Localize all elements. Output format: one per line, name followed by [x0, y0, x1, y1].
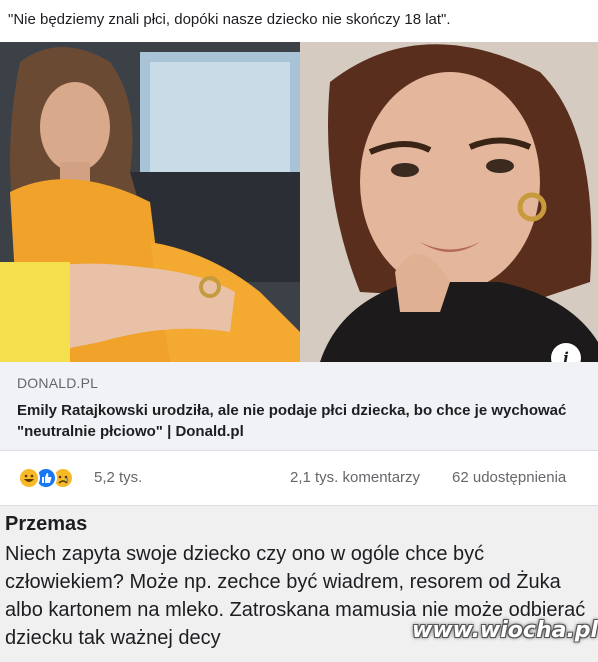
link-preview-images[interactable] — [0, 42, 598, 362]
photo-woman-portrait[interactable] — [300, 42, 598, 362]
comments-count[interactable]: 2,1 tys. komentarzy — [290, 469, 420, 486]
shares-count[interactable]: 62 udostępnienia — [452, 469, 566, 486]
post-text-container: "Nie będziemy znali płci, dopóki nasze d… — [0, 0, 598, 43]
link-preview-card[interactable]: DONALD.PL Emily Ratajkowski urodziła, al… — [0, 362, 598, 451]
haha-reaction-icon — [18, 467, 40, 489]
engagement-bar: 5,2 tys. 2,1 tys. komentarzy 62 udostępn… — [0, 451, 598, 506]
reaction-count[interactable]: 5,2 tys. — [94, 469, 142, 486]
link-domain: DONALD.PL — [17, 375, 99, 391]
post-text: "Nie będziemy znali płci, dopóki nasze d… — [8, 11, 451, 28]
link-title[interactable]: Emily Ratajkowski urodziła, ale nie poda… — [17, 400, 577, 442]
photo-woman-in-car-illustration — [0, 42, 300, 362]
photo-woman-in-car[interactable] — [0, 42, 300, 362]
photo-woman-portrait-illustration — [300, 42, 598, 362]
comment-author[interactable]: Przemas — [5, 513, 87, 536]
watermark: www.wiocha.pl — [412, 618, 598, 643]
reaction-icons[interactable] — [18, 467, 88, 489]
